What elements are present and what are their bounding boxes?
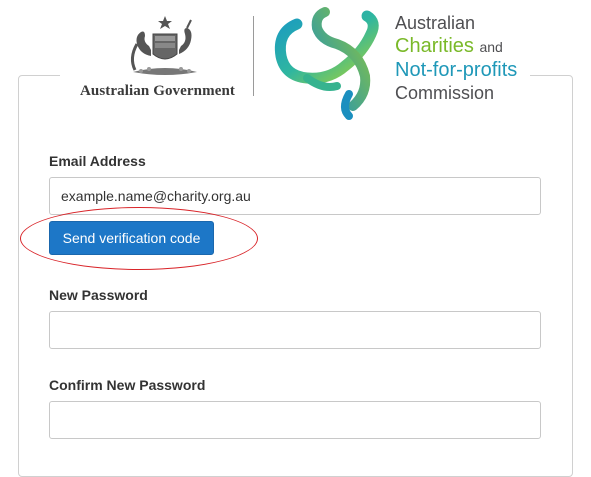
logo-divider — [253, 16, 254, 96]
email-label: Email Address — [49, 153, 146, 169]
acnc-map-ribbon-icon — [274, 7, 379, 120]
acnc-line-3: Not-for-profits — [395, 59, 518, 81]
coat-of-arms-icon — [130, 16, 197, 75]
send-verification-code-button[interactable]: Send verification code — [49, 221, 214, 255]
new-password-field[interactable] — [49, 311, 541, 349]
acnc-line-4: Commission — [395, 83, 495, 103]
acnc-wordmark: Australian Charities and Not-for-profits… — [395, 12, 517, 105]
acnc-line-2-word: Charities — [395, 35, 474, 57]
email-field[interactable] — [49, 177, 541, 215]
acnc-line-2: Charities and — [395, 35, 517, 59]
header-logos: Australian Government Australian Chariti… — [60, 0, 530, 128]
confirm-password-label: Confirm New Password — [49, 377, 206, 393]
acnc-line-2-and: and — [479, 39, 503, 55]
confirm-password-field[interactable] — [49, 401, 541, 439]
government-wordmark: Australian Government — [80, 83, 236, 99]
acnc-line-1: Australian — [395, 13, 476, 33]
new-password-label: New Password — [49, 287, 148, 303]
